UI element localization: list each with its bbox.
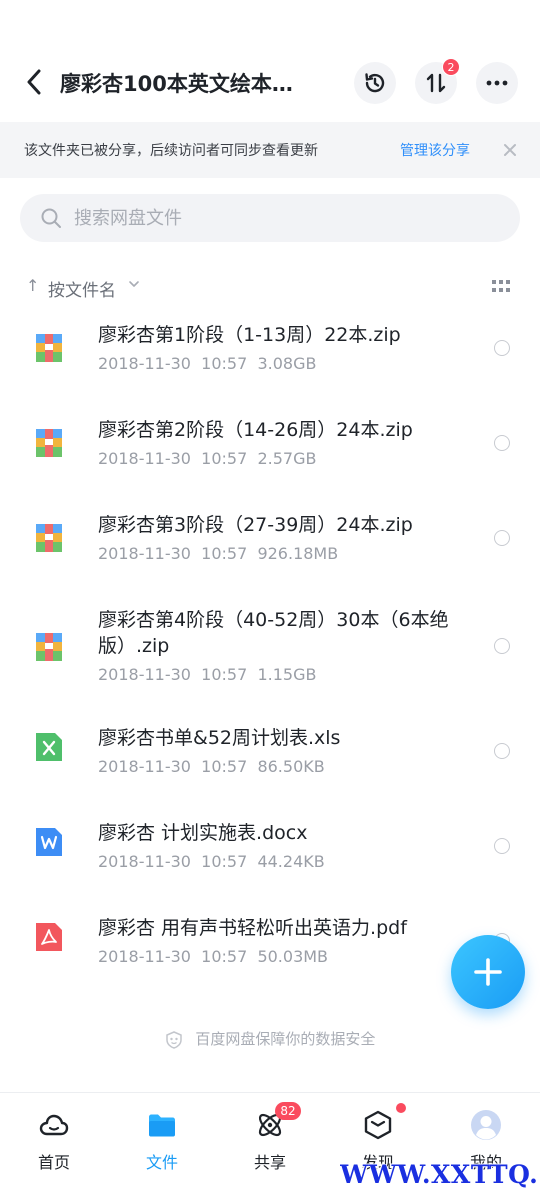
- file-meta: 2018-11-30 10:57 1.15GB: [98, 665, 316, 684]
- grid-view-icon[interactable]: [492, 280, 510, 294]
- file-meta: 2018-11-30 10:57 926.18MB: [98, 544, 338, 563]
- file-meta: 2018-11-30 10:57 86.50KB: [98, 757, 325, 776]
- file-select-checkbox[interactable]: [494, 435, 510, 451]
- tab-share[interactable]: 82 共享: [230, 1102, 310, 1172]
- file-size: 926.18MB: [257, 544, 339, 563]
- file-select-checkbox[interactable]: [494, 638, 510, 654]
- file-meta: 2018-11-30 10:57 44.24KB: [98, 852, 325, 871]
- zip-icon: [36, 429, 62, 457]
- close-banner-button[interactable]: [500, 140, 520, 160]
- file-size: 1.15GB: [257, 665, 317, 684]
- file-name: 廖彩杏 用有声书轻松听出英语力.pdf: [98, 917, 407, 939]
- word-icon: [36, 828, 62, 856]
- file-date: 2018-11-30: [98, 947, 191, 966]
- file-time: 10:57: [201, 449, 248, 468]
- share-badge: 82: [275, 1102, 301, 1120]
- file-name: 廖彩杏第2阶段（14-26周）24本.zip: [98, 419, 413, 441]
- file-size: 2.57GB: [257, 449, 317, 468]
- avatar-icon: [471, 1110, 501, 1140]
- transfer-badge: 2: [442, 58, 460, 76]
- file-row[interactable]: 廖彩杏第1阶段（1-13周）22本.zip 2018-11-30 10:57 3…: [0, 308, 540, 403]
- file-date: 2018-11-30: [98, 544, 191, 563]
- file-size: 50.03MB: [257, 947, 329, 966]
- file-name: 廖彩杏书单&52周计划表.xls: [98, 727, 341, 749]
- back-arrow-icon: [27, 69, 41, 95]
- excel-icon: [36, 733, 62, 761]
- zip-icon: [36, 334, 62, 362]
- top-header: 廖彩杏100本英文绘本… 2: [0, 40, 540, 126]
- file-time: 10:57: [201, 354, 248, 373]
- tab-label: 首页: [37, 1153, 70, 1172]
- file-select-checkbox[interactable]: [494, 838, 510, 854]
- more-dots-icon: [486, 80, 508, 86]
- file-date: 2018-11-30: [98, 852, 191, 871]
- search-input[interactable]: [74, 194, 494, 242]
- transfer-button[interactable]: 2: [415, 58, 460, 104]
- file-row[interactable]: 廖彩杏第2阶段（14-26周）24本.zip 2018-11-30 10:57 …: [0, 403, 540, 498]
- tab-files[interactable]: 文件: [122, 1109, 202, 1172]
- file-row[interactable]: 廖彩杏 计划实施表.docx 2018-11-30 10:57 44.24KB: [0, 808, 540, 903]
- plus-icon: [474, 958, 502, 986]
- file-select-checkbox[interactable]: [494, 743, 510, 759]
- file-time: 10:57: [201, 852, 248, 871]
- file-date: 2018-11-30: [98, 757, 191, 776]
- manage-share-link[interactable]: 管理该分享: [400, 140, 470, 160]
- safety-text: 百度网盘保障你的数据安全: [195, 1030, 376, 1048]
- tab-home[interactable]: 首页: [14, 1109, 94, 1172]
- pdf-icon: [36, 923, 62, 951]
- file-date: 2018-11-30: [98, 449, 191, 468]
- page-title: 廖彩杏100本英文绘本…: [60, 72, 293, 96]
- zip-icon: [36, 633, 62, 661]
- tab-label: 共享: [253, 1153, 286, 1172]
- search-bar[interactable]: [20, 194, 520, 242]
- file-row[interactable]: 廖彩杏第3阶段（27-39周）24本.zip 2018-11-30 10:57 …: [0, 498, 540, 593]
- sort-label[interactable]: 按文件名: [48, 276, 116, 301]
- file-name: 廖彩杏 计划实施表.docx: [98, 822, 308, 844]
- file-time: 10:57: [201, 665, 248, 684]
- cube-icon: [364, 1110, 392, 1140]
- file-row[interactable]: 廖彩杏书单&52周计划表.xls 2018-11-30 10:57 86.50K…: [0, 713, 540, 808]
- share-banner-text: 该文件夹已被分享，后续访问者可同步查看更新: [24, 143, 318, 159]
- file-name: 廖彩杏第3阶段（27-39周）24本.zip: [98, 514, 413, 536]
- history-icon: [365, 73, 385, 93]
- folder-icon: [149, 1114, 175, 1137]
- back-button[interactable]: [18, 62, 50, 102]
- file-size: 44.24KB: [257, 852, 325, 871]
- file-row[interactable]: 廖彩杏第4阶段（40-52周）30本（6本绝版）.zip 2018-11-30 …: [0, 593, 540, 713]
- transfer-icon: [426, 73, 446, 93]
- history-button[interactable]: [354, 62, 396, 104]
- file-select-checkbox[interactable]: [494, 340, 510, 356]
- shield-icon: [165, 1030, 182, 1049]
- tab-label: 文件: [145, 1153, 178, 1172]
- cloud-icon: [39, 1114, 69, 1136]
- file-name: 廖彩杏第1阶段（1-13周）22本.zip: [98, 324, 401, 346]
- watermark-text: WWW.XXTTQ.COM: [340, 1160, 538, 1189]
- chevron-down-icon[interactable]: [128, 279, 140, 289]
- sort-bar: ↑ 按文件名: [0, 272, 540, 302]
- share-banner: 该文件夹已被分享，后续访问者可同步查看更新 管理该分享: [0, 122, 540, 178]
- zip-icon: [36, 524, 62, 552]
- file-time: 10:57: [201, 544, 248, 563]
- discover-dot: [396, 1103, 406, 1113]
- file-meta: 2018-11-30 10:57 2.57GB: [98, 449, 316, 468]
- file-time: 10:57: [201, 757, 248, 776]
- close-icon: [504, 144, 516, 156]
- file-size: 3.08GB: [257, 354, 317, 373]
- add-button[interactable]: [451, 935, 525, 1009]
- file-date: 2018-11-30: [98, 354, 191, 373]
- search-icon: [41, 208, 61, 228]
- sort-direction-icon[interactable]: ↑: [26, 276, 39, 295]
- safety-note: 百度网盘保障你的数据安全: [0, 1028, 540, 1049]
- file-select-checkbox[interactable]: [494, 530, 510, 546]
- file-size: 86.50KB: [257, 757, 325, 776]
- file-meta: 2018-11-30 10:57 3.08GB: [98, 354, 316, 373]
- more-button[interactable]: [476, 62, 518, 104]
- file-time: 10:57: [201, 947, 248, 966]
- file-date: 2018-11-30: [98, 665, 191, 684]
- file-meta: 2018-11-30 10:57 50.03MB: [98, 947, 328, 966]
- file-name: 廖彩杏第4阶段（40-52周）30本（6本绝版）.zip: [98, 609, 449, 657]
